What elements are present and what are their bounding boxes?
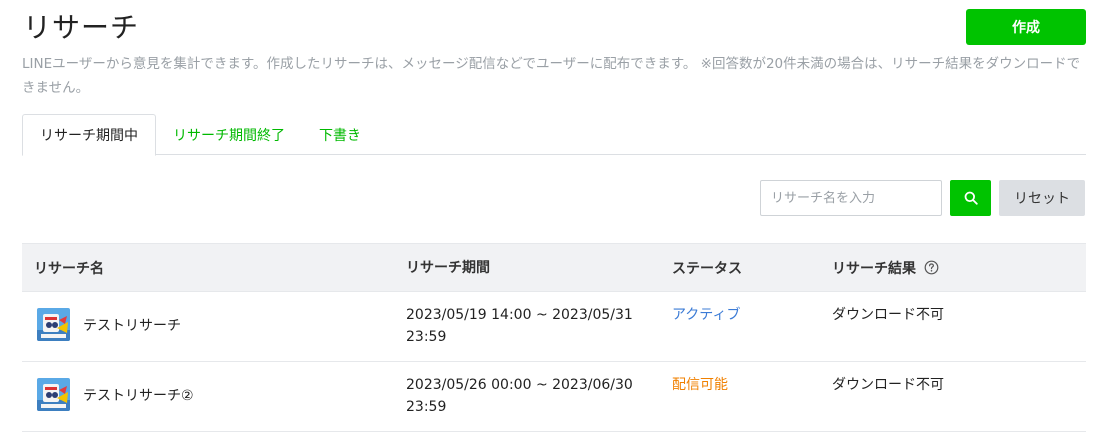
status-badge: アクティブ [672,307,741,323]
period-line-2: 23:59 [406,399,447,415]
column-header-status: ステータス [672,260,742,277]
table-header: リサーチ名 リサーチ期間 ステータス リサーチ結果 [22,243,1086,292]
period-line-1: 2023/05/26 00:00 ~ 2023/06/30 [406,377,633,393]
page-description: LINEユーザーから意見を集計できます。作成したリサーチは、メッセージ配信などで… [22,52,1088,100]
column-header-result-label: リサーチ結果 [832,260,916,277]
research-name[interactable]: テストリサーチ [83,315,181,335]
tab-drafts[interactable]: 下書き [302,114,378,155]
status-badge: 配信可能 [672,377,728,393]
research-name[interactable]: テストリサーチ② [83,385,194,405]
research-page: リサーチ 作成 LINEユーザーから意見を集計できます。作成したリサーチは、メッ… [0,0,1097,432]
research-table: リサーチ名 リサーチ期間 ステータス リサーチ結果 テストリサーチ 2023/0… [22,243,1086,432]
research-period-cell: 2023/05/19 14:00 ~ 2023/05/31 23:59 [394,292,660,348]
result-cell: ダウンロード不可 [832,377,944,393]
period-line-2: 23:59 [406,329,447,345]
page-title: リサーチ [23,11,140,44]
column-header-result: リサーチ結果 [820,258,1086,278]
column-header-name: リサーチ名 [34,260,104,277]
tab-in-progress[interactable]: リサーチ期間中 [22,114,156,156]
thumbnail-image [37,378,70,411]
help-circle-icon[interactable] [924,260,939,275]
tab-bar: リサーチ期間中 リサーチ期間終了 下書き [22,114,1086,156]
tab-ended[interactable]: リサーチ期間終了 [156,114,302,155]
research-name-cell: テストリサーチ② [22,362,394,411]
reset-button[interactable]: リセット [999,180,1085,216]
research-period-cell: 2023/05/26 00:00 ~ 2023/06/30 23:59 [394,362,660,418]
search-input[interactable] [760,180,942,216]
search-icon [964,191,978,205]
column-header-period: リサーチ期間 [406,259,490,276]
create-button[interactable]: 作成 [966,9,1086,45]
table-row[interactable]: テストリサーチ 2023/05/19 14:00 ~ 2023/05/31 23… [22,292,1086,362]
result-cell: ダウンロード不可 [832,307,944,323]
table-row[interactable]: テストリサーチ② 2023/05/26 00:00 ~ 2023/06/30 2… [22,362,1086,432]
search-button[interactable] [950,180,991,216]
research-name-cell: テストリサーチ [22,292,394,341]
thumbnail-image [37,308,70,341]
period-line-1: 2023/05/19 14:00 ~ 2023/05/31 [406,307,633,323]
description-main: LINEユーザーから意見を集計できます。作成したリサーチは、メッセージ配信などで… [22,56,697,72]
